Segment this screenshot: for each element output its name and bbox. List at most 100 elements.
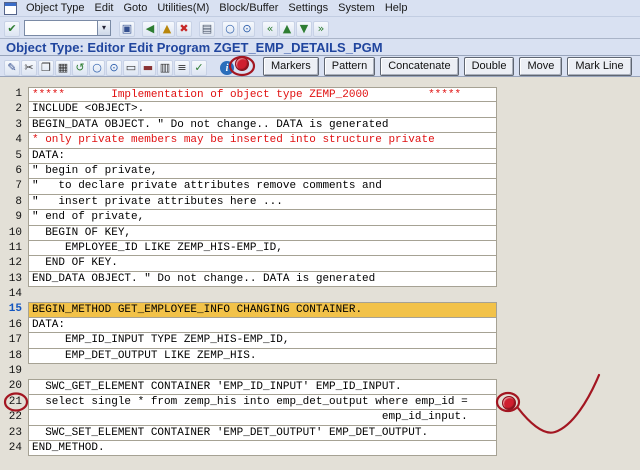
mark-icon[interactable]: ▭ [123, 60, 139, 76]
editor-row: 1***** Implementation of object type ZEM… [0, 87, 497, 102]
editor-row: 6" begin of private, [0, 164, 497, 179]
menu-item-goto[interactable]: Goto [118, 1, 152, 15]
annotation-arrow [518, 375, 599, 433]
double-button[interactable]: Double [464, 57, 515, 76]
undo-icon[interactable]: ↺ [72, 60, 88, 76]
code-line[interactable]: " end of private, [28, 210, 497, 225]
code-line[interactable]: EMP_ID_INPUT TYPE ZEMP_HIS-EMP_ID, [28, 333, 497, 348]
code-line[interactable]: END_DATA OBJECT. " Do not change.. DATA … [28, 272, 497, 287]
line-number: 9 [0, 210, 28, 225]
breakpoint-indicator-icon [502, 396, 516, 410]
editor-row: 22 emp_id_input. [0, 410, 497, 425]
editor-row: 16DATA: [0, 318, 497, 333]
code-line [28, 287, 497, 302]
code-line[interactable]: SWC_GET_ELEMENT CONTAINER 'EMP_ID_INPUT'… [28, 379, 497, 394]
standard-toolbar-icons: ▣◀▲✖▤○⊙«▲▼» [117, 19, 330, 37]
menu-item-settings[interactable]: Settings [283, 1, 333, 15]
menu-item-system[interactable]: System [333, 1, 380, 15]
editor-row: 8" insert private attributes here ... [0, 195, 497, 210]
line-number: 1 [0, 87, 28, 102]
line-number: 7 [0, 179, 28, 194]
code-line[interactable]: END_METHOD. [28, 441, 497, 456]
code-line[interactable]: SWC_SET_ELEMENT CONTAINER 'EMP_DET_OUTPU… [28, 426, 497, 441]
last-page-icon[interactable]: » [313, 21, 329, 37]
code-line[interactable]: select single * from zemp_his into emp_d… [28, 395, 497, 410]
info-icon[interactable]: i [220, 61, 234, 75]
find-icon[interactable]: ○ [89, 60, 105, 76]
line-number: 8 [0, 195, 28, 210]
cut-icon[interactable]: ✂ [21, 60, 37, 76]
menu-item-block-buffer[interactable]: Block/Buffer [214, 1, 283, 15]
cancel-icon[interactable]: ✖ [176, 21, 192, 37]
menu-items: Object TypeEditGotoUtilities(M)Block/Buf… [21, 2, 412, 14]
menu-item-edit[interactable]: Edit [90, 1, 119, 15]
editor-row: 14 [0, 287, 497, 302]
application-toolbar: ✎✂❐▦↺○⊙▭▬▥≡✓ i Markers Pattern Concatenate D… [0, 56, 640, 77]
syntax-check-icon[interactable]: ✓ [191, 60, 207, 76]
command-field-wrap: ▾ [24, 20, 111, 36]
code-line[interactable]: " begin of private, [28, 164, 497, 179]
exit-icon[interactable]: ▲ [159, 21, 175, 37]
editor-row: 24END_METHOD. [0, 441, 497, 456]
editor-row: 13END_DATA OBJECT. " Do not change.. DAT… [0, 272, 497, 287]
code-line[interactable]: " insert private attributes here ... [28, 195, 497, 210]
save-icon[interactable]: ▣ [119, 21, 135, 37]
page-title: Object Type: Editor Edit Program ZGET_EM… [6, 40, 383, 55]
pattern-button[interactable]: Pattern [324, 57, 375, 76]
back-icon[interactable]: ◀ [142, 21, 158, 37]
editor-row: 10 BEGIN OF KEY, [0, 226, 497, 241]
delete-line-icon[interactable]: ▬ [140, 60, 156, 76]
editor-row: 9" end of private, [0, 210, 497, 225]
code-line[interactable]: " to declare private attributes remove c… [28, 179, 497, 194]
code-line[interactable]: * only private members may be inserted i… [28, 133, 497, 148]
line-number: 16 [0, 318, 28, 333]
code-line[interactable]: BEGIN OF KEY, [28, 226, 497, 241]
code-line[interactable]: ***** Implementation of object type ZEMP… [28, 87, 497, 102]
page-up-icon[interactable]: ▲ [279, 21, 295, 37]
breakpoint-icon[interactable] [235, 57, 249, 71]
find-next-icon[interactable]: ⊙ [106, 60, 122, 76]
line-number: 18 [0, 349, 28, 364]
line-number: 11 [0, 241, 28, 256]
code-line[interactable]: DATA: [28, 318, 497, 333]
menu-item-utilities-m[interactable]: Utilities(M) [152, 1, 214, 15]
duplicate-line-icon[interactable]: ▥ [157, 60, 173, 76]
application-toolbar-buttons: Markers Pattern Concatenate DoubleMove Mark … [263, 57, 637, 76]
editor-row: 17 EMP_ID_INPUT TYPE ZEMP_HIS-EMP_ID, [0, 333, 497, 348]
line-number: 10 [0, 226, 28, 241]
line-number: 13 [0, 272, 28, 287]
mark-line-button[interactable]: Mark Line [567, 57, 631, 76]
menu-item-object-type[interactable]: Object Type [21, 1, 90, 15]
code-line[interactable]: END OF KEY. [28, 256, 497, 271]
command-field[interactable] [24, 20, 98, 36]
code-line[interactable]: emp_id_input. [28, 410, 497, 425]
code-line[interactable]: INCLUDE <OBJECT>. [28, 102, 497, 117]
code-line[interactable]: EMP_DET_OUTPUT LIKE ZEMP_HIS. [28, 349, 497, 364]
copy-icon[interactable]: ❐ [38, 60, 54, 76]
move-button[interactable]: Move [519, 57, 562, 76]
application-toolbar-icons: ✎✂❐▦↺○⊙▭▬▥≡✓ i [4, 57, 249, 76]
code-line[interactable]: DATA: [28, 149, 497, 164]
pretty-printer-icon[interactable]: ≡ [174, 60, 190, 76]
editor-row: 11 EMPLOYEE_ID LIKE ZEMP_HIS-EMP_ID, [0, 241, 497, 256]
markers-button[interactable]: Markers [263, 57, 319, 76]
enter-icon[interactable]: ✔ [4, 21, 20, 37]
code-line[interactable]: BEGIN_DATA OBJECT. " Do not change.. DAT… [28, 118, 497, 133]
find-next-icon[interactable]: ⊙ [239, 21, 255, 37]
display-change-icon[interactable]: ✎ [4, 60, 20, 76]
first-page-icon[interactable]: « [262, 21, 278, 37]
line-number: 12 [0, 256, 28, 271]
page-down-icon[interactable]: ▼ [296, 21, 312, 37]
line-number: 5 [0, 149, 28, 164]
paste-icon[interactable]: ▦ [55, 60, 71, 76]
standard-toolbar: ✔ ▾ ▣◀▲✖▤○⊙«▲▼» [0, 17, 640, 39]
print-icon[interactable]: ▤ [199, 21, 215, 37]
system-menu-icon[interactable] [4, 2, 17, 15]
code-line[interactable]: BEGIN_METHOD GET_EMPLOYEE_INFO CHANGING … [28, 302, 497, 317]
command-history-dropdown-icon[interactable]: ▾ [98, 20, 111, 36]
code-line[interactable]: EMPLOYEE_ID LIKE ZEMP_HIS-EMP_ID, [28, 241, 497, 256]
find-icon[interactable]: ○ [222, 21, 238, 37]
menu-item-help[interactable]: Help [380, 1, 413, 15]
abap-code-editor: 1***** Implementation of object type ZEM… [0, 87, 497, 456]
concatenate-button[interactable]: Concatenate [380, 57, 458, 76]
